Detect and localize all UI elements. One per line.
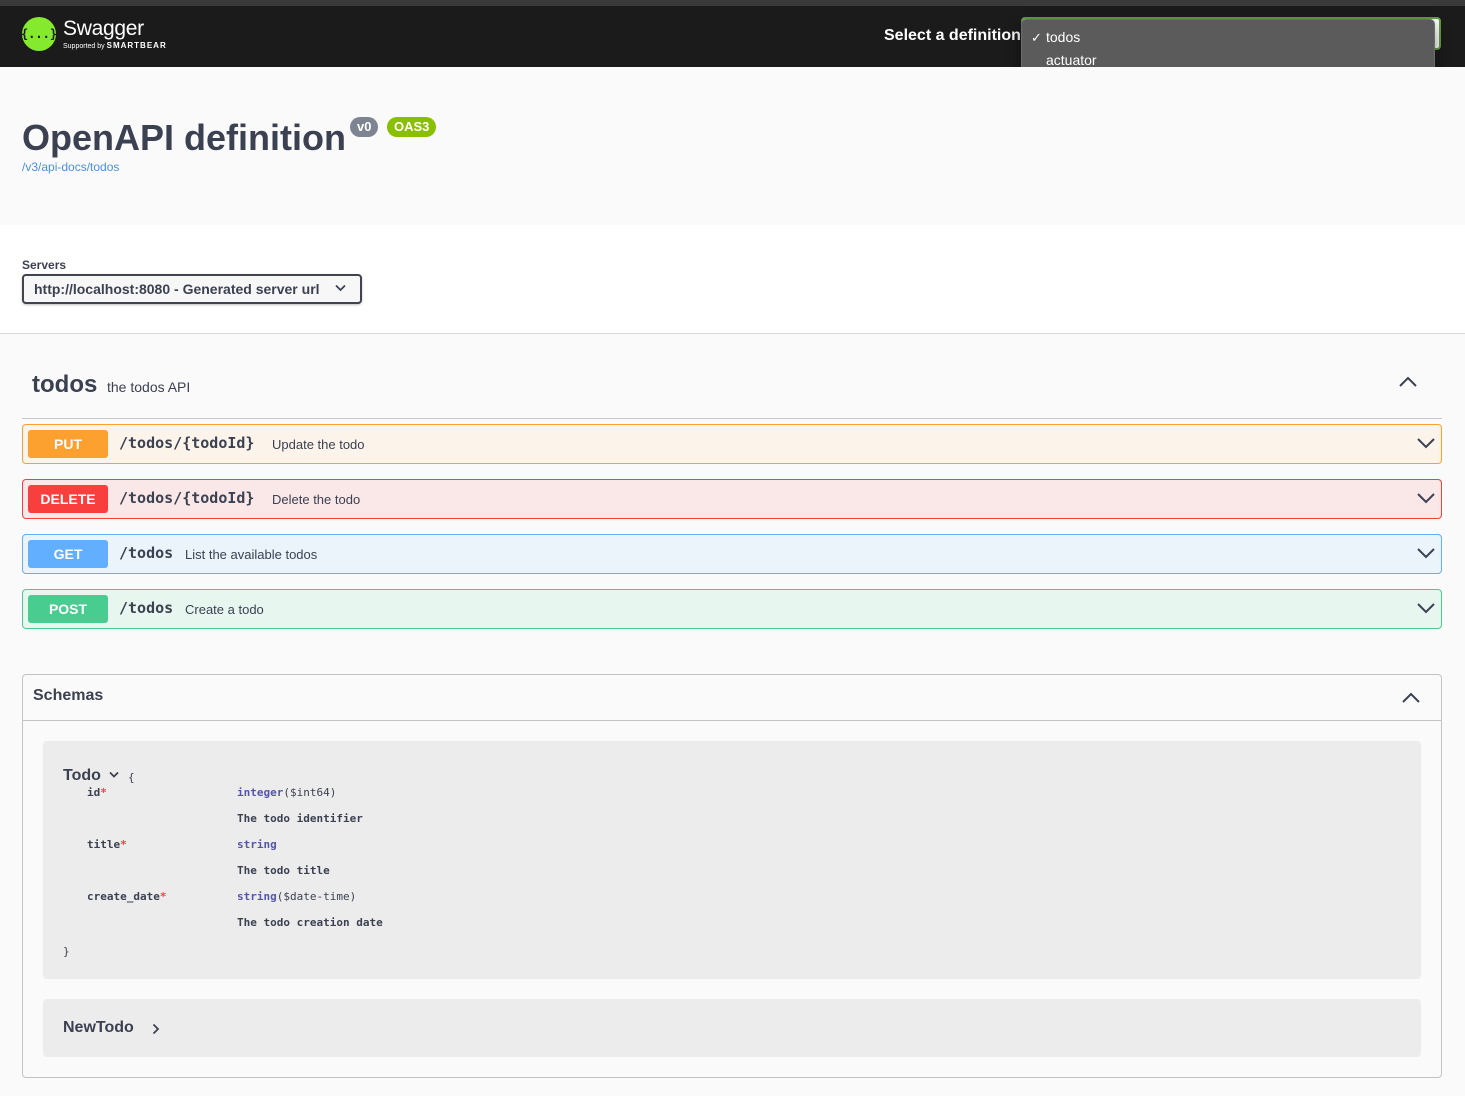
operation-get-todos[interactable]: GET /todos List the available todos xyxy=(22,534,1442,574)
tag-name: todos xyxy=(32,371,98,398)
required-marker: * xyxy=(120,838,127,851)
chevron-down-icon[interactable] xyxy=(1417,602,1435,614)
property-name: id* xyxy=(87,786,107,799)
logo-name: Swagger xyxy=(63,16,144,40)
chevron-down-icon[interactable] xyxy=(1417,437,1435,449)
required-marker: * xyxy=(159,890,167,903)
servers-label: Servers xyxy=(22,258,67,272)
checkmark-icon: ✓ xyxy=(1031,30,1042,45)
tag-section-todos[interactable]: todos the todos API xyxy=(22,354,1442,419)
chevron-down-icon xyxy=(335,276,346,302)
operation-summary: List the available todos xyxy=(185,547,318,562)
method-badge-get: GET xyxy=(28,540,108,568)
property-type: integer($int64) xyxy=(237,786,337,799)
model-newtodo[interactable]: NewTodo xyxy=(43,999,1421,1057)
chevron-up-icon[interactable] xyxy=(1401,690,1421,704)
server-select[interactable]: http://localhost:8080 - Generated server… xyxy=(22,274,362,304)
logo-sub-brand: SMARTBEAR xyxy=(106,40,167,50)
operation-summary: Update the todo xyxy=(272,437,365,452)
property-description: The todo creation date xyxy=(237,916,383,929)
logo-sub-prefix: Supported by xyxy=(63,42,105,50)
definition-label: Select a definition xyxy=(884,27,1021,44)
version-badge: v0 xyxy=(350,117,379,137)
operation-path: /todos/{todoId} xyxy=(119,434,255,452)
method-badge-delete: DELETE xyxy=(28,485,108,513)
property-type: string xyxy=(237,838,277,851)
oas-badge: OAS3 xyxy=(387,117,437,137)
operation-path: /todos xyxy=(119,599,174,617)
schemas-section: Schemas Todo { id* integer($int64) The t… xyxy=(22,674,1442,1078)
method-badge-post: POST xyxy=(28,595,108,623)
swagger-logo-icon: {...} xyxy=(21,17,57,51)
servers-section: Servers http://localhost:8080 - Generate… xyxy=(0,225,1465,334)
schemas-title: Schemas xyxy=(33,687,104,704)
brace-close: } xyxy=(63,945,70,958)
api-docs-link[interactable]: /v3/api-docs/todos xyxy=(22,160,119,174)
model-todo: Todo { id* integer($int64) The todo iden… xyxy=(43,741,1421,979)
chevron-right-icon[interactable] xyxy=(152,1023,160,1035)
chevron-down-icon[interactable] xyxy=(1417,492,1435,504)
operation-summary: Create a todo xyxy=(185,602,264,617)
server-select-value: http://localhost:8080 - Generated server… xyxy=(34,281,320,297)
operation-summary: Delete the todo xyxy=(272,492,361,507)
logo-subtitle: Supported by SMARTBEAR xyxy=(63,41,167,51)
brace-open: { xyxy=(128,771,135,784)
property-description: The todo title xyxy=(237,864,330,877)
chevron-down-icon[interactable] xyxy=(109,771,119,779)
operation-put-todo[interactable]: PUT /todos/{todoId} Update the todo xyxy=(22,424,1442,464)
model-name[interactable]: Todo xyxy=(63,767,101,785)
property-name: title* xyxy=(87,838,127,851)
operation-path: /todos xyxy=(119,544,174,562)
definition-option-todos[interactable]: ✓ todos xyxy=(1022,26,1434,49)
tag-description: the todos API xyxy=(107,379,191,395)
chevron-down-icon[interactable] xyxy=(1417,547,1435,559)
definition-option-label: actuator xyxy=(1046,52,1097,68)
api-info: OpenAPI definition v0 OAS3 /v3/api-docs/… xyxy=(0,67,1465,225)
method-badge-put: PUT xyxy=(28,430,108,458)
property-type: string($date-time) xyxy=(237,890,357,903)
property-name: create_date* xyxy=(87,890,167,903)
required-marker: * xyxy=(100,786,107,799)
schemas-header[interactable]: Schemas xyxy=(23,675,1441,721)
chevron-up-icon[interactable] xyxy=(1398,374,1418,388)
model-name[interactable]: NewTodo xyxy=(63,1019,134,1037)
swagger-logo[interactable]: {...} Swagger Supported by SMARTBEAR xyxy=(21,16,167,51)
operation-path: /todos/{todoId} xyxy=(119,489,255,507)
property-description: The todo identifier xyxy=(237,812,363,825)
definition-option-label: todos xyxy=(1046,29,1081,45)
page-title: OpenAPI definition xyxy=(22,117,346,158)
operation-delete-todo[interactable]: DELETE /todos/{todoId} Delete the todo xyxy=(22,479,1442,519)
operation-post-todos[interactable]: POST /todos Create a todo xyxy=(22,589,1442,629)
